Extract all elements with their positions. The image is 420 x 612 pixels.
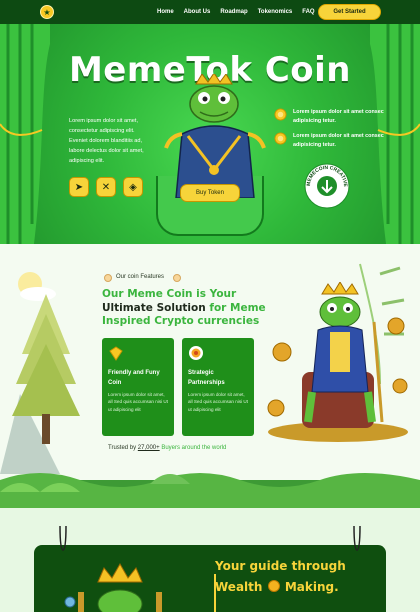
binder-ring-icon [59, 525, 67, 551]
frog-king-icon [64, 562, 162, 612]
feature-card[interactable]: Friendly and Funy Coin Lorem ipsum dolor… [102, 338, 174, 436]
feature-card-text: Lorem ipsum dolor sit amet, all Sed quis… [188, 392, 249, 412]
nav-link-about[interactable]: About Us [184, 9, 211, 15]
frog-king-throne-icon [267, 282, 408, 442]
guide-word-wealth: Wealth [215, 580, 263, 594]
guide-line-2: Wealth Making. [215, 577, 365, 598]
hero-bullet: Lorem ipsum dolor sit amet consec adipis… [274, 108, 385, 125]
hero-bullet-text: Lorem ipsum dolor sit amet consec adipis… [293, 133, 384, 148]
nav-link-home[interactable]: Home [157, 9, 174, 15]
hero-section: MemeTok Coin Lorem ipsum dolor sit amet,… [0, 24, 420, 244]
hero-description: Lorem ipsum dolor sit amet, consectetur … [69, 118, 144, 164]
features-label: Our coin Features [116, 274, 165, 280]
diamond-icon [109, 346, 123, 361]
memecoin-badge-icon[interactable]: MEMECOIN CREATIVE [304, 163, 350, 209]
trusted-prefix: Trusted by [108, 445, 137, 451]
coin-icon [267, 580, 280, 592]
guide-heading: Your guide through Wealth Making. [215, 556, 365, 598]
feature-card-text: Lorem ipsum dolor sit amet, all Sed quis… [108, 392, 169, 412]
heading-part-1: Our Meme Coin is Your [102, 288, 237, 300]
top-navbar: ★ Home About Us Roadmap Tokenomics FAQ G… [0, 0, 420, 24]
get-started-button[interactable]: Get Started [318, 4, 381, 20]
nav-links: Home About Us Roadmap Tokenomics FAQ [157, 0, 315, 24]
guide-word-making: Making. [284, 580, 339, 594]
sun-coin-icon [274, 132, 287, 145]
heading-part-2: Ultimate Solution [102, 301, 206, 314]
social-links: ➤ ✕ ◈ [69, 177, 143, 197]
feature-dot-icon [104, 274, 112, 282]
feature-card[interactable]: Strategic Partnerships Lorem ipsum dolor… [182, 338, 254, 436]
sun-coin-icon [274, 108, 287, 121]
target-icon [189, 346, 203, 360]
nav-link-tokenomics[interactable]: Tokenomics [258, 9, 293, 15]
guide-line-1: Your guide through [215, 559, 346, 573]
binder-ring-icon [353, 525, 361, 551]
frog-king-icon [164, 74, 266, 198]
nav-link-faq[interactable]: FAQ [302, 9, 314, 15]
x-twitter-icon[interactable]: ✕ [96, 177, 116, 197]
logo-icon[interactable]: ★ [40, 5, 54, 19]
trusted-count: 27,000+ [137, 445, 160, 451]
feature-card-title: Strategic Partnerships [188, 370, 225, 386]
chart-icon[interactable]: ◈ [123, 177, 143, 197]
hero-bullet: Lorem ipsum dolor sit amet consec adipis… [274, 132, 385, 149]
telegram-icon[interactable]: ➤ [69, 177, 89, 197]
features-heading: Our Meme Coin is Your Ultimate Solution … [102, 288, 282, 329]
nav-link-roadmap[interactable]: Roadmap [220, 9, 247, 15]
hero-bullet-text: Lorem ipsum dolor sit amet consec adipis… [293, 109, 384, 124]
trusted-line: Trusted by 27,000+ Buyers around the wor… [108, 445, 226, 451]
feature-card-title: Friendly and Funy Coin [108, 370, 160, 386]
guide-section: Your guide through Wealth Making. [0, 508, 420, 612]
feature-dot-icon [173, 274, 181, 282]
trusted-suffix: Buyers around the world [161, 445, 227, 451]
buy-token-button[interactable]: Buy Token [180, 184, 240, 202]
features-section: Our coin Features Our Meme Coin is Your … [0, 244, 420, 508]
